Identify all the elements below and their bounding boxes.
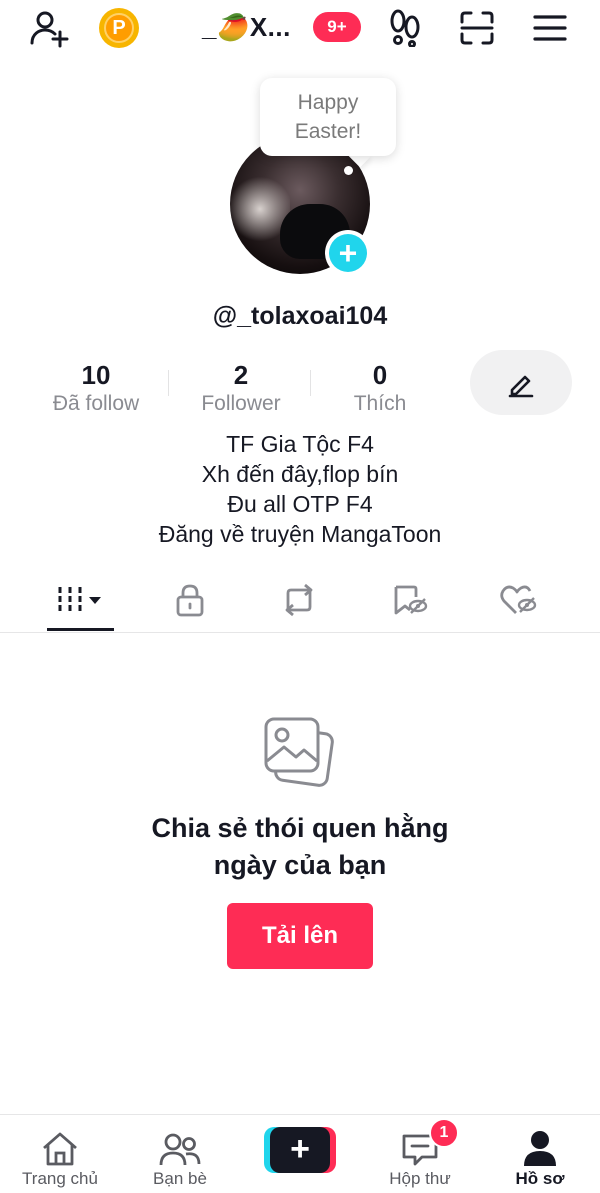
stat-value: 0 <box>372 360 388 390</box>
nav-label: Trang chủ <box>22 1169 98 1188</box>
empty-title-line: Chia sẻ thói quen hằng <box>151 813 449 843</box>
menu-icon[interactable] <box>530 10 570 46</box>
coin-letter: P <box>104 13 134 43</box>
friends-icon <box>159 1133 201 1166</box>
empty-state-title: Chia sẻ thói quen hằng ngày của bạn <box>0 810 600 884</box>
stat-followers[interactable]: 2 Follower <box>176 360 306 418</box>
plus-icon: + <box>329 234 367 272</box>
add-avatar-button[interactable]: + <box>325 230 371 276</box>
footprints-icon[interactable] <box>386 8 426 48</box>
divider <box>310 370 311 396</box>
stat-label: Đã follow <box>52 392 140 415</box>
nav-inbox[interactable]: Hộp thư <box>360 1115 480 1193</box>
tab-private[interactable] <box>140 570 240 630</box>
nav-profile[interactable]: Hồ sơ <box>480 1115 600 1193</box>
favorites-icon <box>394 585 428 615</box>
tab-liked[interactable] <box>468 570 568 630</box>
edit-profile-button[interactable] <box>470 350 572 415</box>
stat-likes[interactable]: 0 Thích <box>315 360 445 418</box>
inbox-badge: 1 <box>429 1118 459 1148</box>
bio: TF Gia Tộc F4 Xh đến đây,flop bín Đu all… <box>0 429 600 549</box>
nav-friends[interactable]: Bạn bè <box>120 1115 240 1193</box>
lock-icon <box>176 584 204 617</box>
repost-icon <box>285 583 313 617</box>
videos-grid-icon <box>58 587 101 613</box>
scan-icon[interactable] <box>457 8 497 48</box>
stat-label: Follower <box>201 392 281 415</box>
tab-reposts[interactable] <box>249 570 349 630</box>
bio-line: Xh đến đây,flop bín <box>201 461 399 487</box>
stat-value: 10 <box>81 360 111 390</box>
bubble-line-1: Happy <box>297 91 359 114</box>
stat-following[interactable]: 10 Đã follow <box>31 360 161 418</box>
tab-favorites[interactable] <box>359 570 459 630</box>
bio-line: Đu all OTP F4 <box>227 491 373 517</box>
active-tab-indicator <box>47 628 114 631</box>
bio-line: Đăng về truyện MangaToon <box>158 521 442 547</box>
nav-home[interactable]: Trang chủ <box>0 1115 120 1193</box>
photos-icon <box>262 715 338 791</box>
coin-icon[interactable]: P <box>99 8 139 48</box>
profile-icon <box>524 1131 556 1166</box>
nav-label: Hộp thư <box>389 1169 451 1188</box>
content-tabs <box>0 570 600 633</box>
nav-label: Bạn bè <box>153 1169 207 1188</box>
stat-value: 2 <box>233 360 249 390</box>
liked-icon <box>500 585 537 614</box>
nav-label: Hồ sơ <box>515 1169 565 1188</box>
top-bar: P _🥭X... 9+ <box>0 0 600 56</box>
plus-icon: + <box>270 1127 330 1173</box>
status-bubble[interactable]: Happy Easter! <box>260 78 396 156</box>
bubble-line-2: Easter! <box>294 120 362 143</box>
username: @_tolaxoai104 <box>212 302 388 330</box>
tab-videos[interactable] <box>31 570 131 630</box>
upload-button[interactable]: Tải lên <box>227 903 373 969</box>
notification-badge: 9+ <box>313 12 361 42</box>
create-button[interactable]: + <box>264 1127 336 1173</box>
empty-title-line: ngày của bạn <box>213 850 387 880</box>
bio-line: TF Gia Tộc F4 <box>226 431 374 457</box>
divider <box>168 370 169 396</box>
add-friend-icon[interactable] <box>26 6 72 50</box>
stat-label: Thích <box>353 392 407 415</box>
account-switcher[interactable]: _🥭X... <box>202 12 291 43</box>
home-icon <box>43 1132 77 1166</box>
pencil-icon <box>508 375 534 397</box>
bottom-nav: Trang chủ Bạn bè + Hộp thư Hồ sơ <box>0 1114 600 1193</box>
